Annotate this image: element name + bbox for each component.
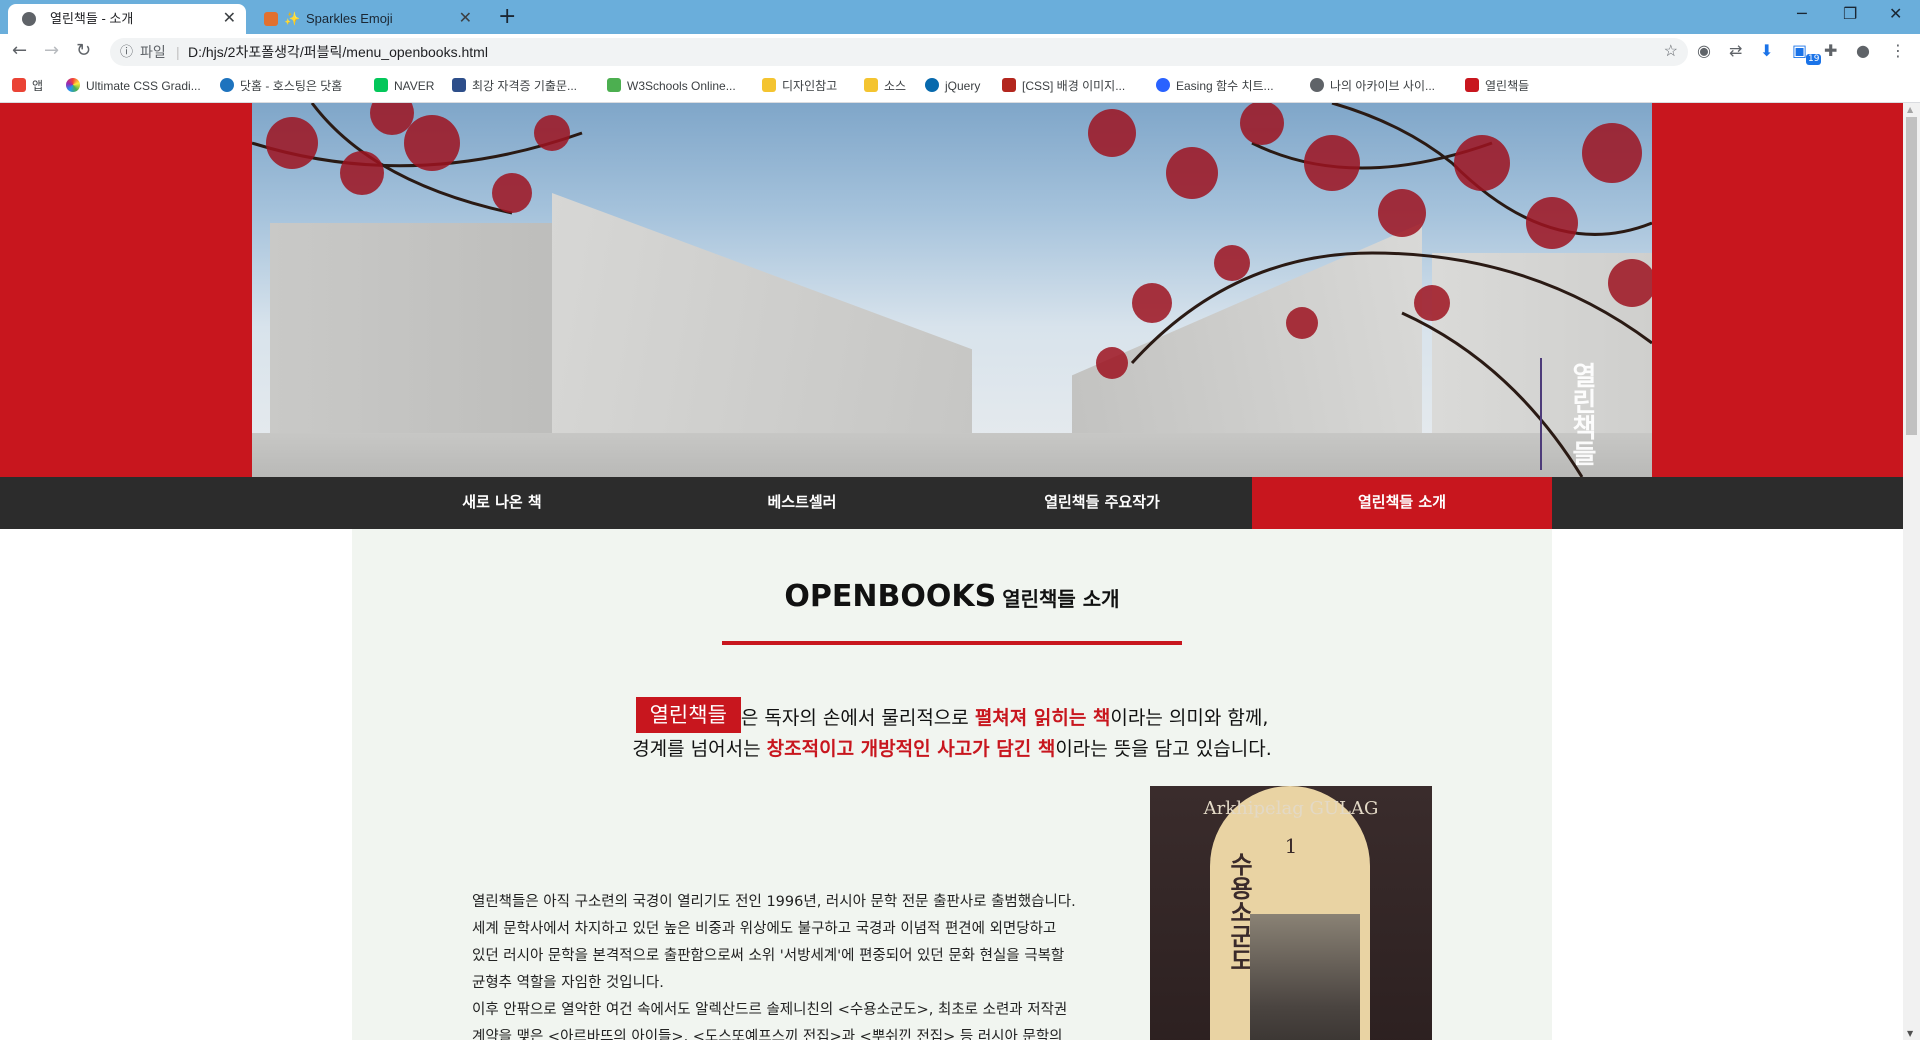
address-separator: |	[176, 44, 180, 60]
bookmark-star-icon[interactable]: ☆	[1664, 38, 1678, 66]
section-title-en: OPENBOOKS	[784, 579, 997, 614]
main-nav: 새로 나온 책 베스트셀러 열린책들 주요작가 열린책들 소개	[0, 477, 1903, 529]
menu-kebab-icon[interactable]: ⋮	[1890, 41, 1906, 60]
body-line: 계약을 맺은 <아르바뜨의 아이들>, <도스또예프스끼 전집>과 <뿌쉬낀 전…	[472, 1029, 1063, 1040]
body-line: 세계 문학사에서 차지하고 있던 높은 비중과 위상에도 불구하고 국경과 이념…	[472, 921, 1057, 937]
bookmark-naver[interactable]: NAVER	[374, 70, 434, 102]
intro-statement: 열린책들 은 독자의 손에서 물리적으로 펼쳐져 읽히는 책이라는 의미와 함께,…	[352, 697, 1552, 765]
body-line: 이후 안팎으로 열악한 여건 속에서도 알렉산드르 솔제니친의 <수용소군도>,…	[472, 1002, 1068, 1018]
browser-toolbar: ← → ↻ ⓘ 파일 | D:/hjs/2차포폴생각/퍼블릭/menu_open…	[0, 34, 1920, 70]
info-icon[interactable]: ⓘ	[120, 38, 133, 66]
section-title-ko: 열린책들 소개	[1002, 587, 1120, 611]
nav-major-authors[interactable]: 열린책들 주요작가	[952, 477, 1252, 529]
body-line: 열린책들은 아직 구소련의 국경이 열리기도 전인 1996년, 러시아 문학 …	[472, 894, 1076, 910]
hero-photo: 열린책들	[252, 103, 1652, 477]
bookmark-w3schools[interactable]: W3Schools Online...	[607, 70, 736, 102]
download-icon[interactable]: ⬇	[1760, 41, 1773, 60]
about-section: OPENBOOKS 열린책들 소개 열린책들 은 독자의 손에서 물리적으로 펼쳐져…	[352, 529, 1552, 1040]
book-volume: 1	[1284, 834, 1298, 858]
gradient-icon	[66, 78, 80, 92]
page-viewport: 열린책들 새로 나온 책 베스트셀러 열린책들 주요작가 열린책들 소개 OPE…	[0, 103, 1903, 1040]
bookmark-openbooks[interactable]: 열린책들	[1465, 70, 1529, 102]
w3schools-icon	[607, 78, 621, 92]
folder-icon	[864, 78, 878, 92]
scheme-label: 파일	[140, 44, 166, 60]
folder-icon	[762, 78, 776, 92]
nav-new-books[interactable]: 새로 나온 책	[352, 477, 652, 529]
highlight-text: 창조적이고 개방적인 사고가 담긴 책	[766, 738, 1056, 760]
globe-icon	[22, 12, 36, 26]
url-text[interactable]: D:/hjs/2차포폴생각/퍼블릭/menu_openbooks.html	[188, 38, 488, 66]
nav-about-openbooks[interactable]: 열린책들 소개	[1252, 477, 1552, 529]
bookmark-folder-source[interactable]: 소스	[864, 70, 906, 102]
intro-line-2: 경계를 넘어서는 창조적이고 개방적인 사고가 담긴 책이라는 뜻을 담고 있습…	[632, 738, 1272, 760]
history-paragraph: 열린책들은 아직 구소련의 국경이 열리기도 전인 1996년, 러시아 문학 …	[472, 889, 1132, 1040]
puzzle-icon[interactable]: ✚	[1824, 41, 1837, 60]
translate-icon[interactable]: ⇄	[1729, 41, 1742, 60]
tab-sparkles-emoji[interactable]: ✨ Sparkles Emoji ✕	[250, 4, 482, 34]
title-underline	[722, 641, 1182, 645]
tab-openbooks[interactable]: 열린책들 - 소개 ✕	[8, 4, 246, 34]
hero-banner: 열린책들	[0, 103, 1903, 477]
scroll-down-icon[interactable]: ▼	[1907, 1029, 1913, 1038]
book-cover-title: Arkhipelag GULAG	[1203, 798, 1379, 819]
close-tab-icon[interactable]: ✕	[459, 4, 472, 34]
restore-button[interactable]: ❐	[1843, 4, 1857, 23]
scroll-thumb[interactable]	[1906, 117, 1917, 435]
bookmarks-bar: 앱 Ultimate CSS Gradi... 닷홈 - 호스팅은 닷홈 NAV…	[0, 70, 1920, 103]
highlight-text: 펼쳐져 읽히는 책	[974, 707, 1111, 729]
easing-icon	[1156, 78, 1170, 92]
site-favicon-icon	[264, 12, 278, 26]
bookmark-dothome[interactable]: 닷홈 - 호스팅은 닷홈	[220, 70, 342, 102]
bookmark-gsc[interactable]: 최강 자격증 기출문...	[452, 70, 577, 102]
address-bar[interactable]: ⓘ 파일 | D:/hjs/2차포폴생각/퍼블릭/menu_openbooks.…	[110, 38, 1688, 66]
close-window-button[interactable]: ✕	[1889, 4, 1902, 23]
bookmark-css-bg[interactable]: [CSS] 배경 이미지...	[1002, 70, 1125, 102]
back-arrow-icon[interactable]: ←	[12, 40, 27, 61]
dothome-icon	[220, 78, 234, 92]
apps-icon	[12, 78, 26, 92]
tistory-icon	[1002, 78, 1016, 92]
nav-bestsellers[interactable]: 베스트셀러	[652, 477, 952, 529]
profile-avatar-icon[interactable]: ●	[1856, 41, 1870, 60]
hero-logo: 열린책들	[1540, 358, 1600, 470]
bookmark-apps[interactable]: 앱	[12, 70, 43, 102]
author-photo	[1250, 914, 1360, 1040]
openbooks-icon	[1465, 78, 1479, 92]
extension-badge: 19	[1806, 54, 1822, 65]
brand-tag: 열린책들	[635, 697, 741, 733]
page-scrollbar[interactable]: ▲ ▼	[1903, 103, 1920, 1040]
close-tab-icon[interactable]: ✕	[223, 4, 236, 34]
bookmark-folder-design[interactable]: 디자인참고	[762, 70, 837, 102]
jquery-icon	[925, 78, 939, 92]
tab-strip: 열린책들 - 소개 ✕ ✨ Sparkles Emoji ✕ + ─ ❐ ✕	[0, 0, 1920, 34]
intro-line-1: 열린책들 은 독자의 손에서 물리적으로 펼쳐져 읽히는 책이라는 의미와 함께,	[352, 697, 1552, 734]
bookmark-jquery[interactable]: jQuery	[925, 70, 980, 102]
globe-icon	[1310, 78, 1324, 92]
new-tab-button[interactable]: +	[498, 4, 516, 30]
body-line: 균형추 역할을 자임한 것입니다.	[472, 975, 664, 991]
camera-icon[interactable]: ◉	[1697, 41, 1711, 60]
body-line: 있던 러시아 문학을 본격적으로 출판함으로써 소위 '서방세계'에 편중되어 …	[472, 948, 1065, 964]
scroll-up-icon[interactable]: ▲	[1907, 105, 1913, 114]
bookmark-easing[interactable]: Easing 함수 치트...	[1156, 70, 1274, 102]
reload-icon[interactable]: ↻	[76, 40, 91, 61]
naver-icon	[374, 78, 388, 92]
minimize-button[interactable]: ─	[1797, 4, 1807, 23]
bookmark-archive[interactable]: 나의 아카이브 사이...	[1310, 70, 1435, 102]
bookmark-css-gradient[interactable]: Ultimate CSS Gradi...	[66, 70, 201, 102]
tab-title: Sparkles Emoji	[306, 11, 393, 26]
gsc-icon	[452, 78, 466, 92]
tab-title: 열린책들 - 소개	[50, 11, 134, 26]
book-cover-image: Arkhipelag GULAG 1 수용소군도	[1150, 786, 1432, 1040]
extension-icon[interactable]: ▣	[1792, 41, 1807, 60]
forward-arrow-icon[interactable]: →	[44, 40, 59, 61]
section-title: OPENBOOKS 열린책들 소개	[352, 579, 1552, 614]
sparkles-icon: ✨	[284, 11, 301, 26]
maple-branches-image	[252, 103, 1652, 477]
